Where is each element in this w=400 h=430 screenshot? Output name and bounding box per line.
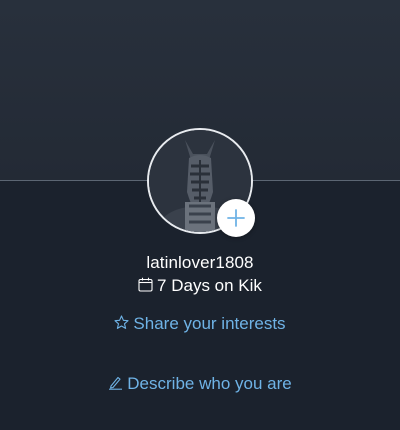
calendar-icon [138,277,153,297]
share-interests-button[interactable]: Share your interests [0,314,400,335]
profile-screen: latinlover1808 7 Days on Kik Share your … [0,0,400,430]
share-interests-label: Share your interests [133,314,286,333]
describe-yourself-button[interactable]: Describe who you are [0,374,400,395]
username: latinlover1808 [146,253,254,272]
describe-yourself-label: Describe who you are [127,374,292,393]
star-icon [114,315,129,335]
days-on-kik-text: 7 Days on Kik [157,276,262,295]
pencil-icon [108,375,123,395]
add-photo-button[interactable] [217,199,255,237]
days-on-kik: 7 Days on Kik [0,276,400,297]
plus-icon [227,209,245,227]
